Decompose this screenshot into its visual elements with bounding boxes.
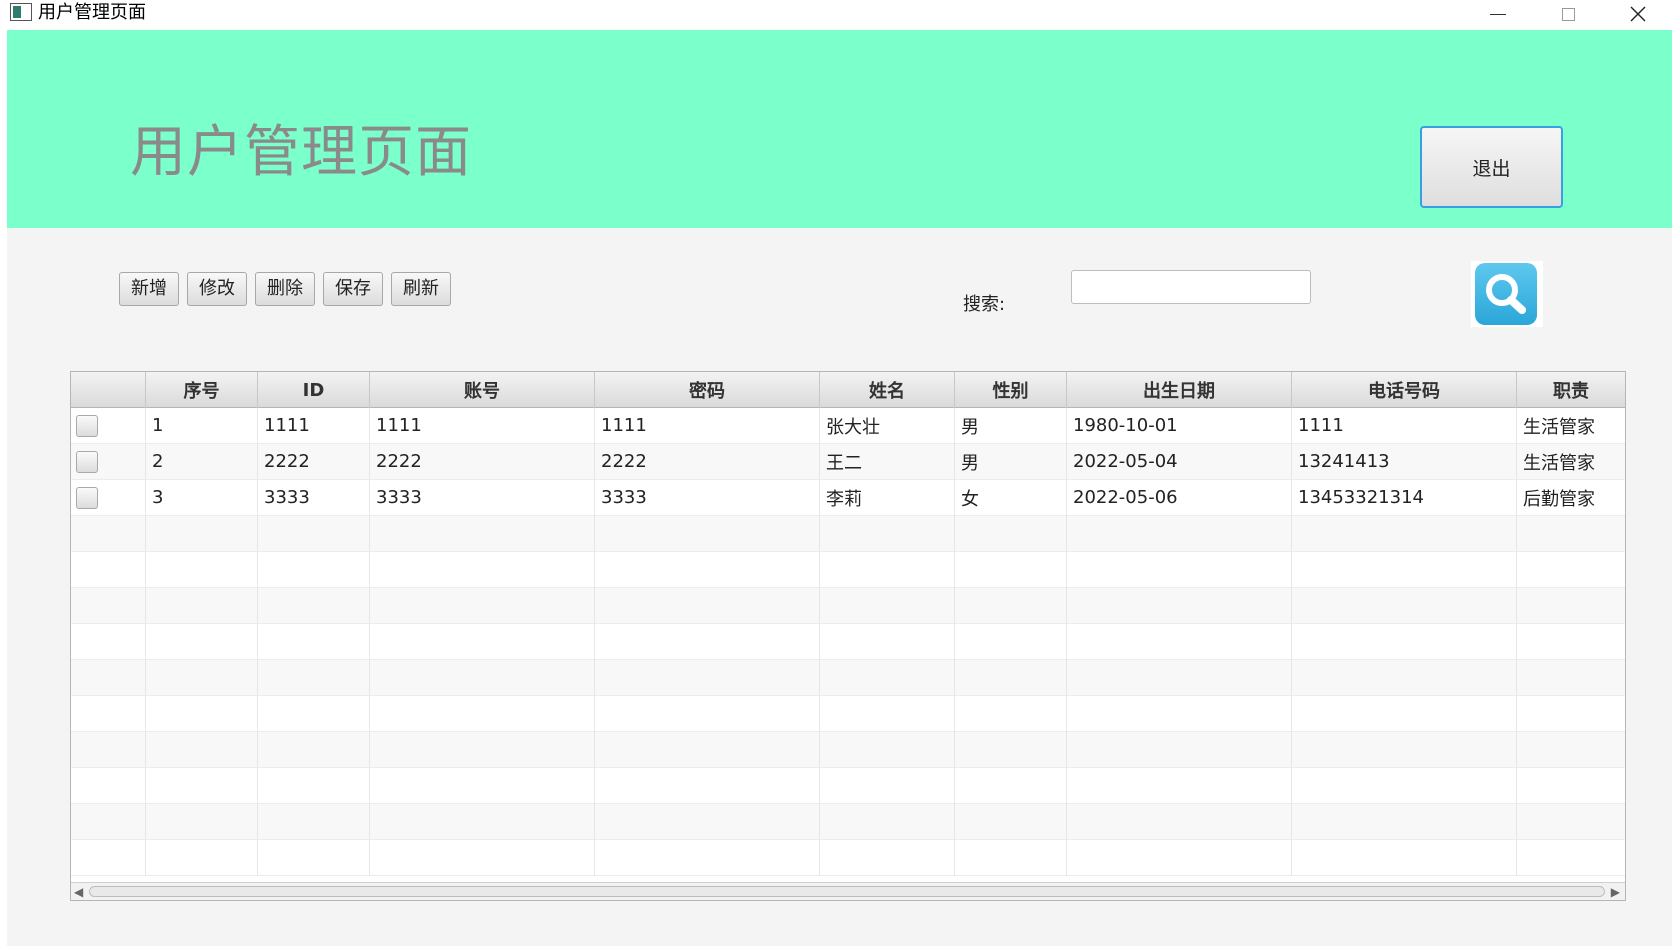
column-header-phone[interactable]: 电话号码	[1292, 372, 1517, 408]
empty-row	[71, 732, 1625, 768]
cell-id: 3333	[258, 480, 370, 516]
cell-index: 1	[146, 408, 258, 444]
scroll-left-icon[interactable]: ◀	[74, 885, 83, 899]
column-header-select[interactable]	[71, 372, 146, 408]
row-checkbox[interactable]	[76, 450, 98, 473]
maximize-button[interactable]	[1534, 0, 1602, 28]
scroll-right-icon[interactable]: ▶	[1611, 885, 1620, 899]
cell-index: 3	[146, 480, 258, 516]
search-input[interactable]	[1071, 270, 1311, 304]
empty-row	[71, 660, 1625, 696]
row-checkbox[interactable]	[76, 486, 98, 509]
row-select-cell	[71, 444, 146, 480]
cell-duty: 生活管家	[1517, 408, 1625, 444]
window-titlebar: 用户管理页面	[0, 0, 1672, 30]
cell-name: 张大壮	[820, 408, 955, 444]
empty-row	[71, 768, 1625, 804]
row-select-cell	[71, 408, 146, 444]
empty-row	[71, 840, 1625, 876]
horizontal-scrollbar[interactable]: ◀ ▶	[71, 882, 1625, 900]
cell-duty: 生活管家	[1517, 444, 1625, 480]
edit-button[interactable]: 修改	[187, 272, 247, 306]
empty-row	[71, 588, 1625, 624]
cell-account: 2222	[370, 444, 595, 480]
empty-row	[71, 516, 1625, 552]
refresh-button[interactable]: 刷新	[391, 272, 451, 306]
minimize-button[interactable]	[1464, 0, 1532, 28]
user-table: 序号 ID 账号 密码 姓名 性别 出生日期 电话号码 职责 1 1111 11…	[70, 371, 1626, 901]
scrollbar-thumb[interactable]	[89, 886, 1605, 897]
cell-password: 2222	[595, 444, 820, 480]
column-header-name[interactable]: 姓名	[820, 372, 955, 408]
row-checkbox[interactable]	[76, 414, 98, 437]
minimize-icon	[1490, 13, 1506, 15]
table-row[interactable]: 2 2222 2222 2222 王二 男 2022-05-04 1324141…	[71, 444, 1625, 480]
column-header-password[interactable]: 密码	[595, 372, 820, 408]
cell-id: 1111	[258, 408, 370, 444]
cell-index: 2	[146, 444, 258, 480]
search-label: 搜索:	[963, 294, 1006, 315]
close-button[interactable]	[1604, 0, 1672, 28]
logout-button[interactable]: 退出	[1420, 126, 1563, 208]
row-select-cell	[71, 480, 146, 516]
table-row[interactable]: 3 3333 3333 3333 李莉 女 2022-05-06 1345332…	[71, 480, 1625, 516]
delete-button[interactable]: 删除	[255, 272, 315, 306]
cell-account: 1111	[370, 408, 595, 444]
cell-password: 1111	[595, 408, 820, 444]
cell-account: 3333	[370, 480, 595, 516]
add-button[interactable]: 新增	[119, 272, 179, 306]
cell-phone: 13241413	[1292, 444, 1517, 480]
cell-birth: 1980-10-01	[1067, 408, 1292, 444]
column-header-id[interactable]: ID	[258, 372, 370, 408]
app-icon	[10, 3, 32, 21]
table-row[interactable]: 1 1111 1111 1111 张大壮 男 1980-10-01 1111 生…	[71, 408, 1625, 444]
cell-name: 王二	[820, 444, 955, 480]
search-button[interactable]	[1471, 261, 1543, 327]
column-header-account[interactable]: 账号	[370, 372, 595, 408]
cell-id: 2222	[258, 444, 370, 480]
cell-gender: 女	[955, 480, 1067, 516]
search-button-face	[1475, 263, 1537, 325]
window-title: 用户管理页面	[38, 2, 146, 23]
cell-birth: 2022-05-04	[1067, 444, 1292, 480]
maximize-icon	[1561, 7, 1575, 21]
header-banner: 用户管理页面 退出	[7, 30, 1672, 228]
toolbar: 新增 修改 删除 保存 刷新	[119, 272, 451, 306]
window-left-border	[0, 30, 7, 946]
cell-password: 3333	[595, 480, 820, 516]
empty-row	[71, 696, 1625, 732]
column-header-duty[interactable]: 职责	[1517, 372, 1625, 408]
magnifier-icon	[1486, 274, 1526, 314]
cell-phone: 13453321314	[1292, 480, 1517, 516]
empty-row	[71, 552, 1625, 588]
save-button[interactable]: 保存	[323, 272, 383, 306]
cell-birth: 2022-05-06	[1067, 480, 1292, 516]
empty-row	[71, 624, 1625, 660]
cell-duty: 后勤管家	[1517, 480, 1625, 516]
column-header-gender[interactable]: 性别	[955, 372, 1067, 408]
page-title: 用户管理页面	[130, 120, 472, 185]
empty-row	[71, 804, 1625, 840]
cell-name: 李莉	[820, 480, 955, 516]
cell-gender: 男	[955, 408, 1067, 444]
table-header: 序号 ID 账号 密码 姓名 性别 出生日期 电话号码 职责	[71, 372, 1625, 408]
table-body: 1 1111 1111 1111 张大壮 男 1980-10-01 1111 生…	[71, 408, 1625, 876]
column-header-birth[interactable]: 出生日期	[1067, 372, 1292, 408]
close-icon	[1630, 6, 1646, 22]
cell-gender: 男	[955, 444, 1067, 480]
column-header-index[interactable]: 序号	[146, 372, 258, 408]
cell-phone: 1111	[1292, 408, 1517, 444]
